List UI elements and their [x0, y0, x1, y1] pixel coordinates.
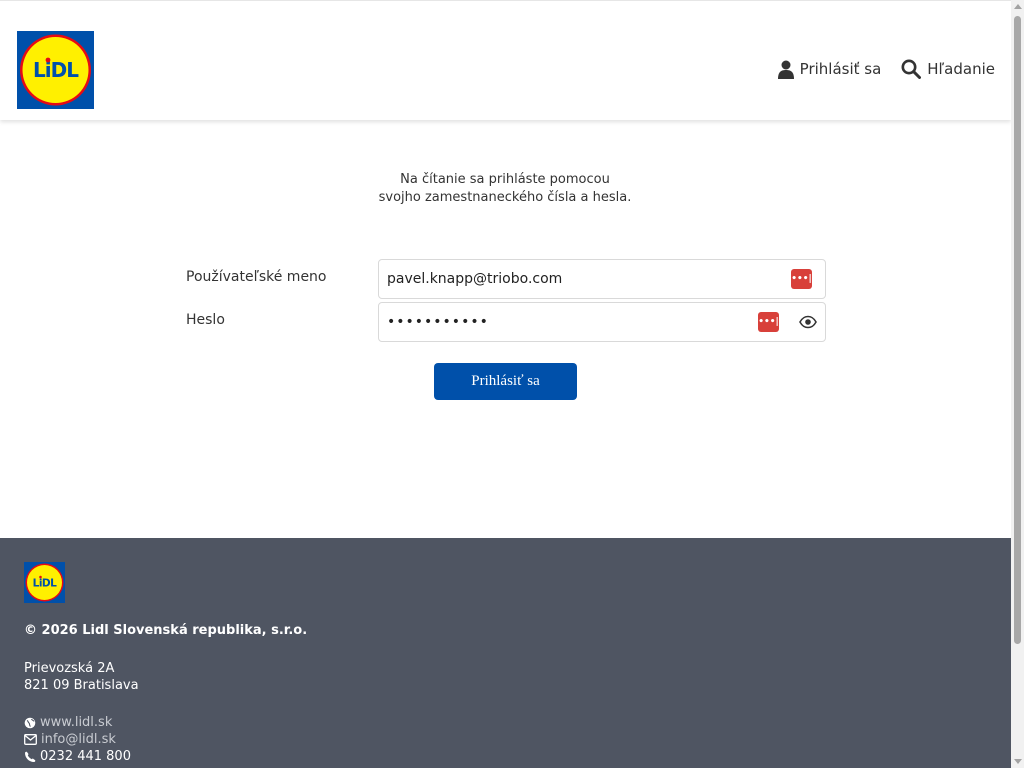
login-submit-button[interactable]: Prihlásiť sa [434, 363, 577, 400]
site-footer: LiDL © 2026 Lidl Slovenská republika, s.… [0, 538, 1011, 768]
password-label: Heslo [186, 312, 225, 328]
user-icon [777, 60, 794, 79]
phone-row: 0232 441 800 [24, 748, 131, 765]
page-scrollbar[interactable] [1011, 0, 1024, 768]
envelope-icon [24, 734, 37, 745]
search-link[interactable]: Hľadanie [901, 59, 995, 79]
username-field-wrapper: •••| [378, 259, 826, 299]
contact-list: www.lidl.sk info@lidl.sk 0232 441 800 [24, 714, 131, 765]
header-nav: Prihlásiť sa Hľadanie [777, 59, 995, 79]
lidl-logo[interactable]: LiDL [17, 31, 94, 109]
svg-text:LiDL: LiDL [33, 58, 79, 82]
site-header: LiDL Prihlásiť sa Hľadanie [0, 0, 1011, 120]
password-manager-icon[interactable]: •••| [791, 269, 812, 289]
phone-number[interactable]: 0232 441 800 [40, 748, 131, 765]
address-street: Prievozská 2A [24, 661, 115, 676]
username-input[interactable] [387, 260, 782, 298]
intro-line-2: svojho zamestnaneckého čísla a hesla. [378, 190, 632, 205]
password-field-wrapper: •••| [378, 302, 826, 342]
email-row: info@lidl.sk [24, 731, 131, 748]
website-link[interactable]: www.lidl.sk [40, 714, 112, 731]
svg-text:LiDL: LiDL [33, 578, 58, 590]
scroll-thumb[interactable] [1014, 16, 1021, 644]
scroll-up-arrow[interactable] [1014, 4, 1022, 9]
phone-icon [25, 751, 36, 762]
username-label: Používateľské meno [186, 269, 327, 285]
intro-line-1: Na čítanie sa prihláste pomocou [400, 172, 610, 187]
copyright-text: © 2026 Lidl Slovenská republika, s.r.o. [24, 623, 308, 638]
login-instructions: Na čítanie sa prihláste pomocou svojho z… [305, 171, 705, 207]
password-manager-icon[interactable]: •••| [758, 312, 779, 332]
lidl-footer-logo[interactable]: LiDL [24, 562, 65, 603]
search-link-label: Hľadanie [927, 60, 995, 78]
show-password-icon[interactable] [799, 313, 817, 331]
scroll-down-arrow[interactable] [1014, 759, 1022, 764]
password-input[interactable] [387, 303, 752, 341]
email-link[interactable]: info@lidl.sk [41, 731, 116, 748]
website-row: www.lidl.sk [24, 714, 131, 731]
address-city: 821 09 Bratislava [24, 678, 139, 693]
search-icon [901, 59, 922, 79]
company-address: Prievozská 2A 821 09 Bratislava [24, 660, 139, 694]
login-link[interactable]: Prihlásiť sa [777, 60, 882, 79]
login-link-label: Prihlásiť sa [799, 60, 882, 78]
globe-icon [24, 717, 36, 728]
